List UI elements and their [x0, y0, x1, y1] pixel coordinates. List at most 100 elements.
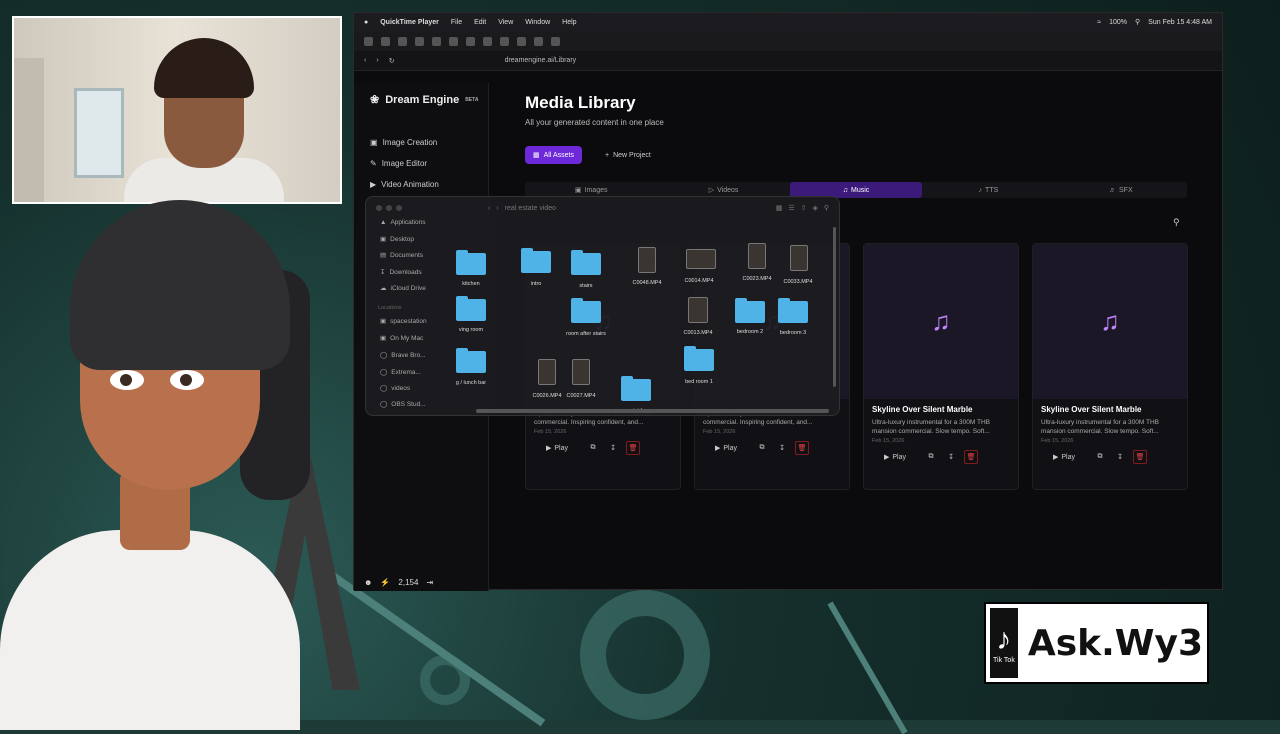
clock[interactable]: Sun Feb 15 4:48 AM — [1148, 19, 1212, 26]
music-thumbnail[interactable]: ♫ — [1033, 244, 1187, 399]
forward-icon[interactable]: › — [496, 205, 498, 212]
delete-icon[interactable]: 🗑 — [795, 441, 809, 455]
play-button[interactable]: ▶Play — [872, 451, 918, 463]
copy-icon[interactable]: ⧉ — [924, 450, 938, 464]
disk-icon: ◯ — [380, 400, 387, 408]
download-icon[interactable]: ↧ — [944, 450, 958, 464]
finder-location[interactable]: ▣spacestation — [380, 317, 427, 325]
view-icon[interactable]: ▦ — [776, 204, 783, 212]
finder-location[interactable]: ◯videos — [380, 384, 410, 392]
menu-view[interactable]: View — [498, 19, 513, 26]
finder-location[interactable]: ◯Extrema... — [380, 368, 421, 376]
play-button[interactable]: ▶Play — [703, 442, 749, 454]
horizontal-scrollbar[interactable] — [476, 409, 829, 413]
all-assets-button[interactable]: ▦ All Assets — [525, 146, 582, 164]
copy-icon[interactable]: ⧉ — [1093, 450, 1107, 464]
finder-sidebar-downloads[interactable]: ↧Downloads — [380, 268, 422, 276]
video-file-icon[interactable] — [638, 247, 656, 273]
video-file-icon[interactable] — [538, 359, 556, 385]
tab-sfx[interactable]: ♬SFX — [1055, 182, 1187, 198]
list-icon[interactable]: ☰ — [788, 204, 794, 212]
menu-help[interactable]: Help — [562, 19, 576, 26]
menu-window[interactable]: Window — [525, 19, 550, 26]
delete-icon[interactable]: 🗑 — [1133, 450, 1147, 464]
tab-icon[interactable] — [432, 37, 441, 46]
tab-icon[interactable] — [364, 37, 373, 46]
sidebar-item-image-creation[interactable]: ▣ Image Creation — [370, 138, 437, 147]
logout-icon[interactable]: ⇥ — [426, 578, 433, 587]
menu-edit[interactable]: Edit — [474, 19, 486, 26]
copy-icon[interactable]: ⧉ — [755, 441, 769, 455]
vertical-scrollbar[interactable] — [833, 227, 836, 387]
tab-icon[interactable] — [500, 37, 509, 46]
sidebar-item-image-editor[interactable]: ✎ Image Editor — [370, 159, 427, 168]
url-field[interactable]: dreamengine.ai/Library — [505, 57, 577, 64]
video-file-icon[interactable] — [790, 245, 808, 271]
download-icon[interactable]: ↧ — [775, 441, 789, 455]
sidebar-item-label: Image Creation — [383, 138, 438, 147]
download-icon[interactable]: ↧ — [606, 441, 620, 455]
video-file-icon[interactable] — [688, 297, 708, 323]
tab-icon[interactable] — [517, 37, 526, 46]
sidebar-item-video-animation[interactable]: ▶ Video Animation — [370, 180, 439, 189]
tab-icon[interactable] — [483, 37, 492, 46]
tab-icon[interactable] — [415, 37, 424, 46]
menu-file[interactable]: File — [451, 19, 462, 26]
copy-icon[interactable]: ⧉ — [586, 441, 600, 455]
share-icon[interactable]: ⇧ — [801, 204, 807, 212]
download-icon[interactable]: ↧ — [1113, 450, 1127, 464]
finder-location[interactable]: ▣On My Mac — [380, 334, 423, 342]
finder-location[interactable]: ◯OBS Stud... — [380, 400, 426, 408]
back-icon[interactable]: ‹ — [364, 57, 366, 64]
reload-icon[interactable]: ↻ — [389, 57, 395, 65]
search-icon[interactable]: ⚲ — [1173, 217, 1180, 228]
window-controls[interactable] — [376, 205, 402, 211]
folder-icon[interactable] — [684, 349, 714, 371]
play-button[interactable]: ▶Play — [1041, 451, 1087, 463]
finder-sidebar-desktop[interactable]: ▣Desktop — [380, 235, 414, 243]
search-icon[interactable]: ⚲ — [824, 204, 829, 212]
finder-sidebar-applications[interactable]: ▲Applications — [380, 219, 426, 226]
folder-icon[interactable] — [571, 301, 601, 323]
delete-icon[interactable]: 🗑 — [964, 450, 978, 464]
tab-icon[interactable] — [534, 37, 543, 46]
finder-sidebar-icloud[interactable]: ☁iCloud Drive — [380, 284, 426, 292]
tab-tts[interactable]: ♪TTS — [922, 182, 1054, 198]
back-icon[interactable]: ‹ — [488, 205, 490, 212]
play-button[interactable]: ▶Play — [534, 442, 580, 454]
cartoon-avatar — [0, 200, 360, 720]
tab-icon[interactable] — [398, 37, 407, 46]
delete-icon[interactable]: 🗑 — [626, 441, 640, 455]
folder-icon[interactable] — [621, 379, 651, 401]
search-icon[interactable]: ⚲ — [1135, 18, 1140, 26]
brand[interactable]: ❀ Dream Engine BETA — [370, 93, 478, 106]
forward-icon[interactable]: › — [376, 57, 378, 64]
play-label: Play — [892, 454, 906, 461]
folder-icon[interactable] — [521, 251, 551, 273]
finder-sidebar-label: Documents — [390, 252, 423, 259]
folder-icon[interactable] — [456, 253, 486, 275]
finder-location[interactable]: ◯Brave Bro... — [380, 351, 426, 359]
folder-icon[interactable] — [456, 351, 486, 373]
folder-icon[interactable] — [735, 301, 765, 323]
apple-icon[interactable]: ● — [364, 19, 368, 26]
brand-name: Dream Engine — [385, 94, 459, 106]
folder-icon[interactable] — [778, 301, 808, 323]
folder-icon[interactable] — [571, 253, 601, 275]
video-file-icon[interactable] — [686, 249, 716, 269]
folder-icon[interactable] — [456, 299, 486, 321]
wifi-icon[interactable]: ≈ — [1097, 19, 1101, 26]
tab-icon[interactable] — [466, 37, 475, 46]
menu-app-name[interactable]: QuickTime Player — [380, 19, 439, 26]
tab-icon[interactable] — [381, 37, 390, 46]
music-thumbnail[interactable]: ♫ — [864, 244, 1018, 399]
finder-sidebar-documents[interactable]: ▤Documents — [380, 251, 423, 259]
tab-icon[interactable] — [551, 37, 560, 46]
new-project-button[interactable]: + New Project — [599, 146, 657, 164]
tab-icon[interactable] — [449, 37, 458, 46]
video-file-icon[interactable] — [572, 359, 590, 385]
tag-icon[interactable]: ◈ — [812, 204, 817, 212]
battery-label[interactable]: 100% — [1109, 19, 1127, 26]
user-icon[interactable]: ☻ — [364, 578, 372, 587]
video-file-icon[interactable] — [748, 243, 766, 269]
